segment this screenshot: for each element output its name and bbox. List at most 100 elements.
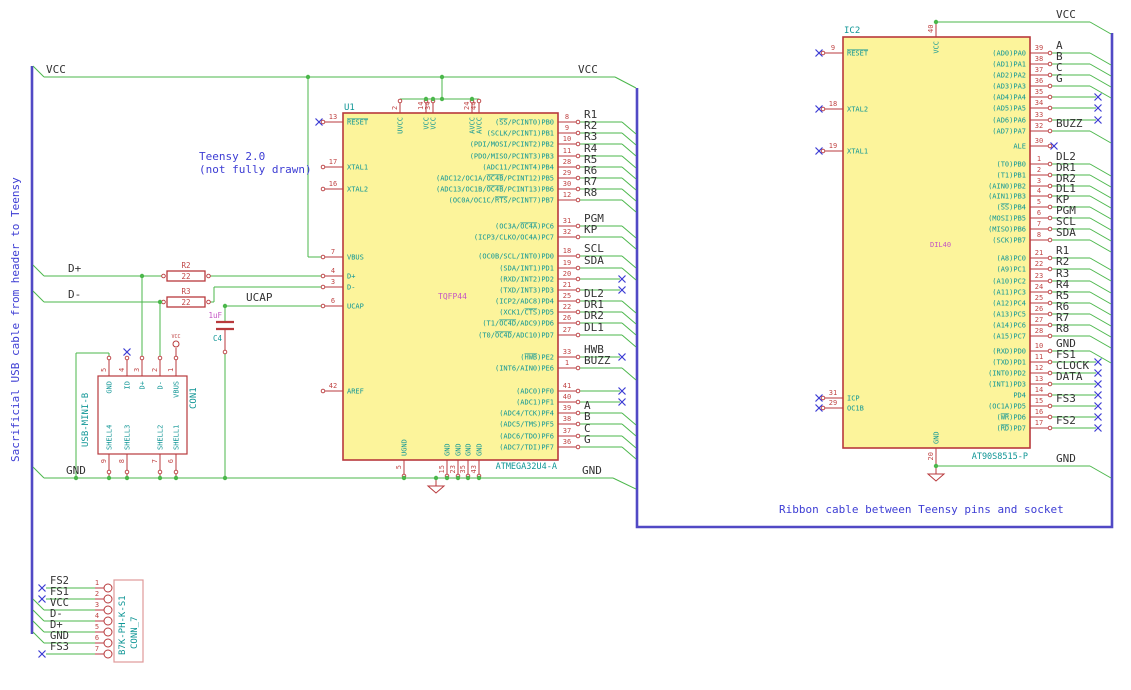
con1-pin-4: 4 ID (118, 348, 132, 389)
bus-entry (1089, 465, 1112, 479)
bus-entry (621, 267, 637, 281)
net-label-sda: SDA (1056, 226, 1076, 239)
pin-name: (A8)PC0 (996, 255, 1026, 263)
pin-number: 21 (1035, 249, 1043, 257)
pin-end (1047, 381, 1053, 387)
pin-number: 5 (100, 368, 108, 372)
pin-name: (T0)PB0 (996, 161, 1026, 169)
pin-end (1047, 300, 1053, 306)
bus-entry (1089, 174, 1112, 188)
junction-dot (106, 475, 112, 481)
u1-symbol[interactable]: U1TQFP44ATMEGA32U4-A13RESET17XTAL116XTAL… (315, 98, 581, 479)
pin-end (1047, 83, 1053, 89)
pin-name: VBUS (347, 254, 364, 262)
pin-name: (MOSI)PB5 (988, 215, 1026, 223)
pin-number: 31 (829, 389, 837, 397)
junction-dot (465, 475, 471, 481)
pin-end (575, 444, 581, 450)
pin-end (106, 469, 112, 475)
r2-value: 22 (181, 272, 190, 281)
r3-ref: R3 (181, 287, 190, 296)
pin-number: 10 (1035, 342, 1043, 350)
pin-end (124, 469, 130, 475)
net-label-gnd: GND (66, 464, 86, 477)
pin-name: (MISO)PB6 (988, 226, 1026, 234)
pin-number: 33 (563, 348, 571, 356)
con1-symbol[interactable]: USB-MINI-B CON1 5 GND 4 ID 3 D+ 2 D- 1 VBUS 9 SHELL4 8… (81, 334, 199, 478)
c4-symbol[interactable]: 1uF C4 (208, 311, 234, 355)
pin-end (1047, 193, 1053, 199)
pad (103, 605, 113, 615)
pin-number: 22 (563, 303, 571, 311)
con1-ref: CON1 (189, 387, 199, 409)
pin-end (575, 298, 581, 304)
pin-name: (TXD)PD1 (992, 359, 1026, 367)
pin-name: SHELL3 (124, 425, 132, 450)
bus-entry (1089, 63, 1112, 77)
pin-name: (ADC7/TDI)PF7 (499, 444, 554, 452)
pin-number: 9 (831, 44, 835, 52)
r2-ref: R2 (181, 261, 190, 270)
bus-entry (1089, 52, 1112, 66)
r2-symbol[interactable]: R222 (161, 261, 211, 282)
junction-dot (222, 303, 228, 309)
bus-entry (32, 631, 45, 644)
bus-entry (1089, 74, 1112, 88)
bus-entry (32, 609, 45, 622)
net-label-gnd: GND (582, 464, 602, 477)
junction-dot (433, 475, 439, 481)
junction-dot (401, 475, 407, 481)
net-label-vcc: VCC (1056, 8, 1076, 21)
pin-number: 3 (133, 368, 141, 372)
pin-name: (AD5)PA5 (992, 105, 1026, 113)
pin-number: 23 (449, 465, 457, 473)
pin-number: 12 (1035, 364, 1043, 372)
pin-end (575, 309, 581, 315)
pin-name: (SDA/INT1)PD1 (499, 265, 554, 273)
r3-symbol[interactable]: R322 (161, 287, 211, 308)
ground-symbol (926, 467, 946, 482)
net-label-ucap: UCAP (246, 291, 273, 304)
ic2-symbol[interactable]: IC2DIL40AT90S8515-P9RESET18XTAL219XTAL13… (815, 22, 1058, 466)
bus-entry (32, 264, 45, 277)
pin-end (161, 299, 166, 305)
con1-vcc-symbol: VCC (171, 334, 181, 356)
pin-name: (OC3A/OC4A)PC6 (495, 223, 554, 231)
pin-end (161, 273, 166, 279)
bus-entry (621, 199, 637, 213)
pin-end (173, 355, 179, 361)
pin-name: (INT0)PD2 (988, 370, 1026, 378)
pin-number: 30 (1035, 137, 1043, 145)
pin-name: RESET (347, 119, 369, 127)
u1-part: ATMEGA32U4-A (496, 462, 557, 472)
pin-end (820, 50, 826, 56)
pin-end (575, 141, 581, 147)
pin-name: GND (106, 381, 114, 394)
pin-number: 3 (331, 278, 335, 286)
pin-name: GND (476, 443, 484, 456)
bus-entry (1089, 350, 1112, 364)
bus-entry (621, 435, 637, 449)
pin-number: 2 (151, 368, 159, 372)
pin-name: (ADC6/TDO)PF6 (499, 433, 554, 441)
pin-end (320, 303, 326, 309)
pin-number: 7 (1037, 220, 1041, 228)
conn7-symbol[interactable]: B7K-PH-K-S1 CONN_7 1 2 3 4 5 6 7 (95, 579, 144, 663)
pin-end (320, 186, 326, 192)
bus-entry (621, 132, 637, 146)
pin-name: (A13)PC5 (992, 311, 1026, 319)
pin-end (1047, 359, 1053, 365)
pin-end (1047, 161, 1053, 167)
junction-dot (469, 96, 475, 102)
pin-number: 18 (563, 247, 571, 255)
net-label-fs3: FS3 (50, 641, 69, 653)
gnd-triangle (926, 473, 946, 482)
pin-number: 40 (927, 25, 935, 33)
pin-end (575, 421, 581, 427)
net-label-g: G (584, 433, 591, 446)
bus-entry (1089, 85, 1112, 99)
pin-number: 1 (565, 359, 569, 367)
pin-end (106, 355, 112, 361)
pin-end (1047, 72, 1053, 78)
pin-number: 4 (331, 267, 335, 275)
